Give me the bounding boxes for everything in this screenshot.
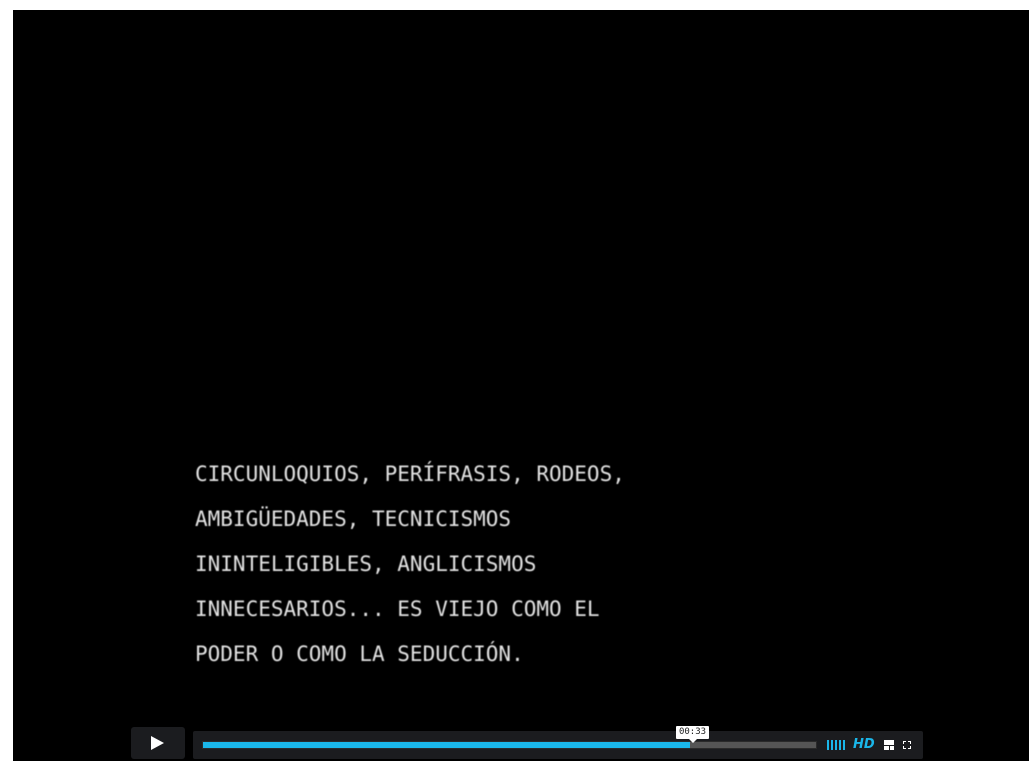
play-button[interactable] [131, 727, 185, 759]
volume-bar [839, 740, 841, 750]
time-tooltip: 00:33 [676, 726, 709, 739]
play-icon [151, 736, 164, 750]
video-player[interactable]: CIRCUNLOQUIOS, PERÍFRASIS, RODEOS, AMBIG… [13, 10, 1029, 761]
subtitle-line: PODER O COMO LA SEDUCCIÓN. [195, 642, 524, 666]
subtitle-block: CIRCUNLOQUIOS, PERÍFRASIS, RODEOS, AMBIG… [195, 452, 795, 677]
time-tooltip-arrow [689, 739, 697, 743]
progress-fill [203, 742, 691, 748]
volume-bar [835, 740, 837, 750]
popout-icon[interactable] [883, 739, 895, 751]
progress-bar[interactable] [202, 741, 817, 749]
volume-bar [827, 740, 829, 750]
volume-bar [843, 740, 845, 750]
hd-button[interactable]: HD [853, 736, 875, 754]
volume-bars-icon[interactable] [827, 740, 847, 750]
subtitle-line: ININTELIGIBLES, ANGLICISMOS [195, 552, 537, 576]
video-frame[interactable]: CIRCUNLOQUIOS, PERÍFRASIS, RODEOS, AMBIG… [13, 10, 1029, 761]
subtitle-line: INNECESARIOS... ES VIEJO COMO EL [195, 597, 600, 621]
fullscreen-icon[interactable] [901, 739, 913, 751]
volume-bar [831, 740, 833, 750]
control-bar: HD [193, 731, 923, 759]
subtitle-line: CIRCUNLOQUIOS, PERÍFRASIS, RODEOS, [195, 462, 625, 486]
subtitle-line: AMBIGÜEDADES, TECNICISMOS [195, 507, 512, 531]
